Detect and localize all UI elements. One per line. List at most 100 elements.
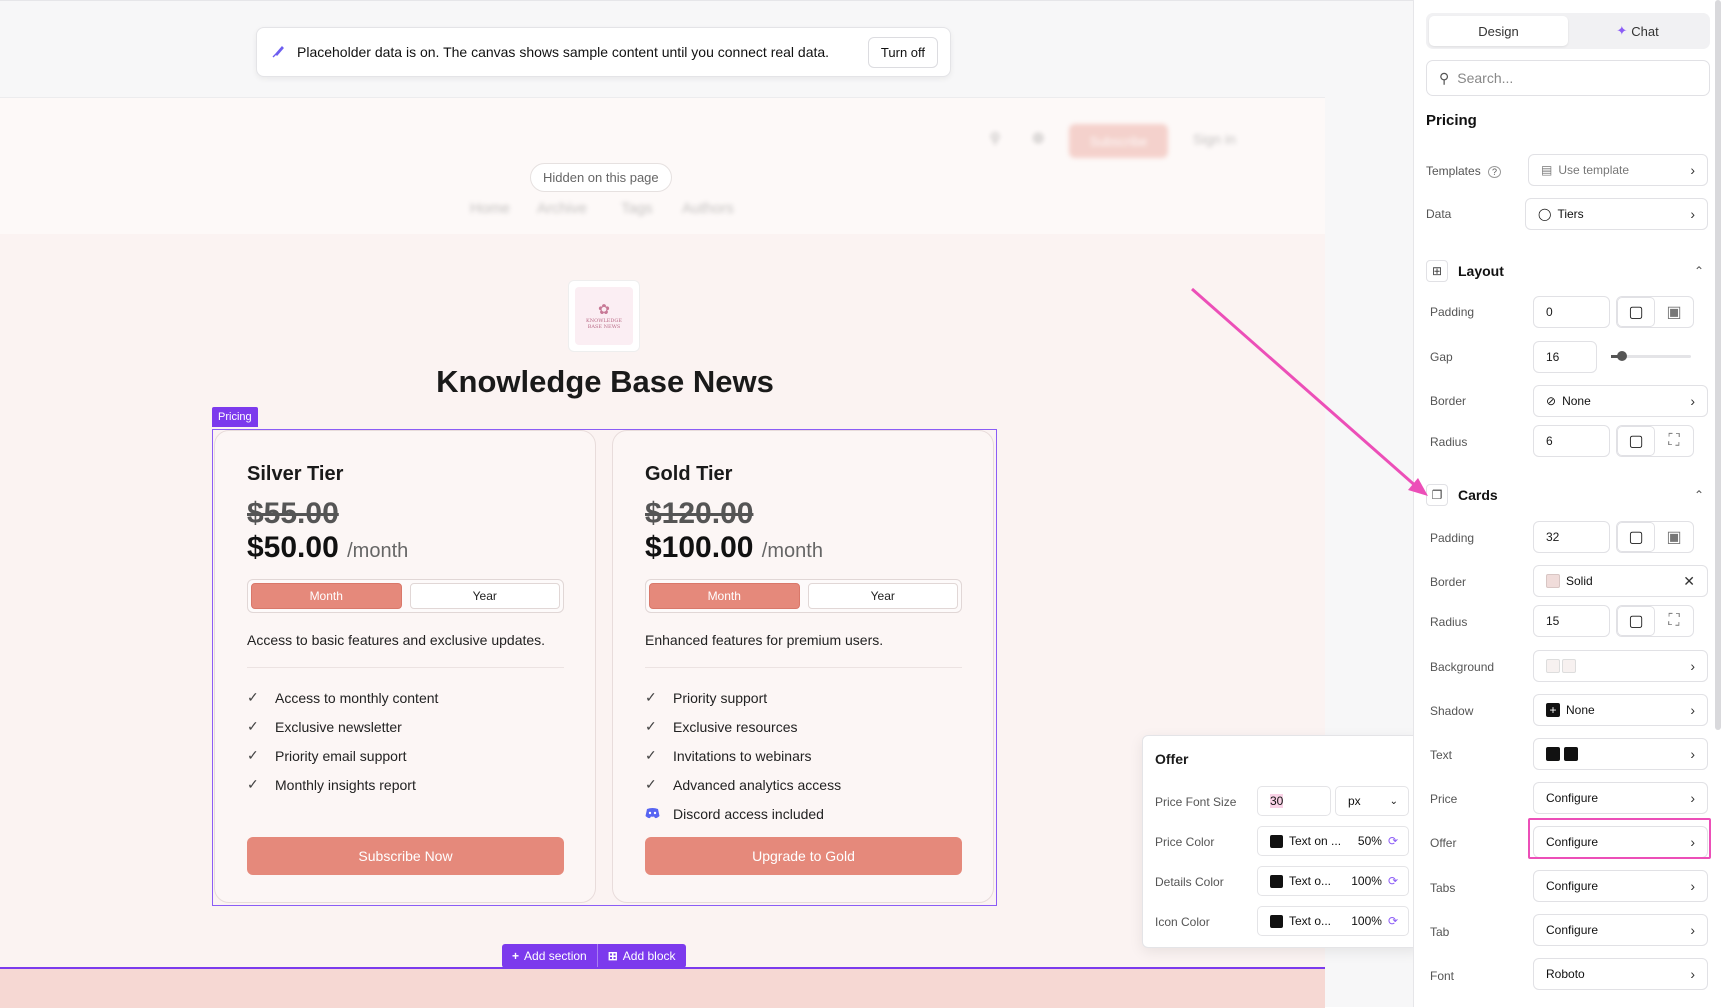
tabs-configure-button[interactable]: Configure › <box>1533 870 1708 902</box>
padding-sides-icon[interactable]: ▣ <box>1655 522 1693 552</box>
search-icon: ⚲ <box>990 130 1001 146</box>
tier-description: Access to basic features and exclusive u… <box>247 632 546 648</box>
popover-title: Offer <box>1155 751 1189 767</box>
nav-archive[interactable]: Archive <box>537 200 587 217</box>
layout-padding-input[interactable]: 0 <box>1533 296 1610 328</box>
tier-period: /month <box>347 540 409 562</box>
price-color-picker[interactable]: Text on ... 50% ⟳ <box>1257 826 1409 856</box>
next-section <box>0 969 1325 1008</box>
nav-tags[interactable]: Tags <box>621 200 653 217</box>
check-icon: ✓ <box>645 747 657 763</box>
close-icon[interactable]: ✕ <box>1683 573 1695 590</box>
font-label: Font <box>1430 969 1455 983</box>
tier-card-silver[interactable]: Silver Tier $55.00 $50.00 /month Month Y… <box>214 430 596 903</box>
check-icon: ✓ <box>247 776 259 792</box>
use-template-button[interactable]: ▤ Use template › <box>1528 154 1708 186</box>
tier-description: Enhanced features for premium users. <box>645 632 884 648</box>
padding-label: Padding <box>1430 305 1475 319</box>
check-icon: ✓ <box>247 747 259 763</box>
offer-configure-button[interactable]: Configure › <box>1533 826 1708 858</box>
turn-off-button[interactable]: Turn off <box>867 36 938 68</box>
plus-icon: + <box>512 949 520 963</box>
none-icon: ⊘ <box>1546 394 1557 408</box>
padding-sides-icon[interactable]: ▣ <box>1655 297 1693 327</box>
chevron-right-icon: › <box>1690 702 1695 718</box>
panel-tabs: Design ✦ Chat <box>1426 13 1710 49</box>
tab-month[interactable]: Month <box>251 583 402 609</box>
sign-in-link[interactable]: Sign in <box>1193 131 1236 147</box>
list-item: ✓ Advanced analytics access <box>645 776 842 793</box>
add-section-button[interactable]: + Add section <box>502 944 597 968</box>
gap-input[interactable]: 16 <box>1533 341 1597 373</box>
color-swatch <box>1546 747 1560 761</box>
templates-label: Templates ? <box>1426 164 1502 178</box>
tier-old-price: $120.00 <box>645 497 754 530</box>
radius-mode-toggle[interactable]: ▢ ⛶ <box>1616 605 1694 637</box>
logo-line-2: BASE NEWS <box>587 324 621 331</box>
gap-slider[interactable] <box>1611 351 1691 361</box>
offer-popover: Offer Price Font Size 30 px ⌄ Price Color… <box>1142 735 1422 948</box>
search-input[interactable]: ⚲ Search... <box>1426 60 1710 96</box>
cards-padding-input[interactable]: 32 <box>1533 521 1610 553</box>
cards-shadow-select[interactable]: + None › <box>1533 694 1708 726</box>
price-configure-button[interactable]: Configure › <box>1533 782 1708 814</box>
tab-design[interactable]: Design <box>1429 16 1568 46</box>
upgrade-to-gold-button[interactable]: Upgrade to Gold <box>645 837 962 875</box>
paintbrush-icon <box>272 45 284 58</box>
tab-year[interactable]: Year <box>409 583 560 609</box>
price-color-label: Price Color <box>1155 835 1215 849</box>
chevron-up-icon[interactable]: ⌃ <box>1694 488 1704 502</box>
corners-icon[interactable]: ⛶ <box>1655 426 1693 456</box>
padding-mode-toggle[interactable]: ▢ ▣ <box>1616 521 1694 553</box>
layout-radius-input[interactable]: 6 <box>1533 425 1610 457</box>
chevron-up-icon[interactable]: ⌃ <box>1694 264 1704 278</box>
subscribe-button[interactable]: Subscribe <box>1069 124 1168 158</box>
tab-year[interactable]: Year <box>807 583 958 609</box>
square-icon[interactable]: ▢ <box>1617 606 1655 636</box>
subscribe-now-button[interactable]: Subscribe Now <box>247 837 564 875</box>
padding-mode-toggle[interactable]: ▢ ▣ <box>1616 296 1694 328</box>
tier-price: $100.00 /month <box>645 531 823 564</box>
add-block-button[interactable]: ⊞ Add block <box>596 944 686 968</box>
color-swatch <box>1562 659 1576 673</box>
tab-month[interactable]: Month <box>649 583 800 609</box>
nav-authors[interactable]: Authors <box>682 200 734 217</box>
radius-label: Radius <box>1430 615 1468 629</box>
tab-chat[interactable]: ✦ Chat <box>1568 16 1707 46</box>
cards-border-select[interactable]: Solid ✕ <box>1533 565 1708 597</box>
cards-section-header[interactable]: ❐ Cards <box>1426 484 1498 506</box>
layout-section-header[interactable]: ⊞ Layout <box>1426 260 1504 282</box>
radius-mode-toggle[interactable]: ▢ ⛶ <box>1616 425 1694 457</box>
square-icon[interactable]: ▢ <box>1617 297 1655 327</box>
tier-card-gold[interactable]: Gold Tier $120.00 $100.00 /month Month Y… <box>612 430 994 903</box>
slider-handle[interactable] <box>1617 351 1627 361</box>
icon-color-picker[interactable]: Text o... 100% ⟳ <box>1257 906 1409 936</box>
cards-background-select[interactable]: › <box>1533 650 1708 682</box>
tab-configure-button[interactable]: Configure › <box>1533 914 1708 946</box>
tabs-label: Tabs <box>1430 881 1456 895</box>
corners-icon[interactable]: ⛶ <box>1655 606 1693 636</box>
nav-home[interactable]: Home <box>470 200 510 217</box>
details-color-picker[interactable]: Text o... 100% ⟳ <box>1257 866 1409 896</box>
pricing-block[interactable]: Silver Tier $55.00 $50.00 /month Month Y… <box>212 429 997 906</box>
square-icon[interactable]: ▢ <box>1617 522 1655 552</box>
square-icon[interactable]: ▢ <box>1617 426 1655 456</box>
price-label: Price <box>1430 792 1458 806</box>
data-source-select[interactable]: ◯ Tiers › <box>1525 198 1708 230</box>
pricing-block-tag[interactable]: Pricing <box>212 407 258 427</box>
details-color-label: Details Color <box>1155 875 1224 889</box>
panel-scrollbar[interactable] <box>1715 0 1721 730</box>
font-select[interactable]: Roboto › <box>1533 958 1708 990</box>
check-icon: ✓ <box>645 776 657 792</box>
unit-select[interactable]: px ⌄ <box>1335 786 1409 816</box>
link-icon: ⟳ <box>1387 914 1398 928</box>
chevron-right-icon: › <box>1690 206 1695 222</box>
price-font-size-input[interactable]: 30 <box>1257 786 1331 816</box>
check-icon: ✓ <box>247 718 259 734</box>
layout-border-select[interactable]: ⊘ None › <box>1533 385 1708 417</box>
cards-text-colors[interactable]: › <box>1533 738 1708 770</box>
chevron-right-icon: › <box>1690 162 1695 178</box>
template-icon: ▤ <box>1541 163 1553 177</box>
billing-tabs: Month Year <box>645 579 962 613</box>
cards-radius-input[interactable]: 15 <box>1533 605 1610 637</box>
